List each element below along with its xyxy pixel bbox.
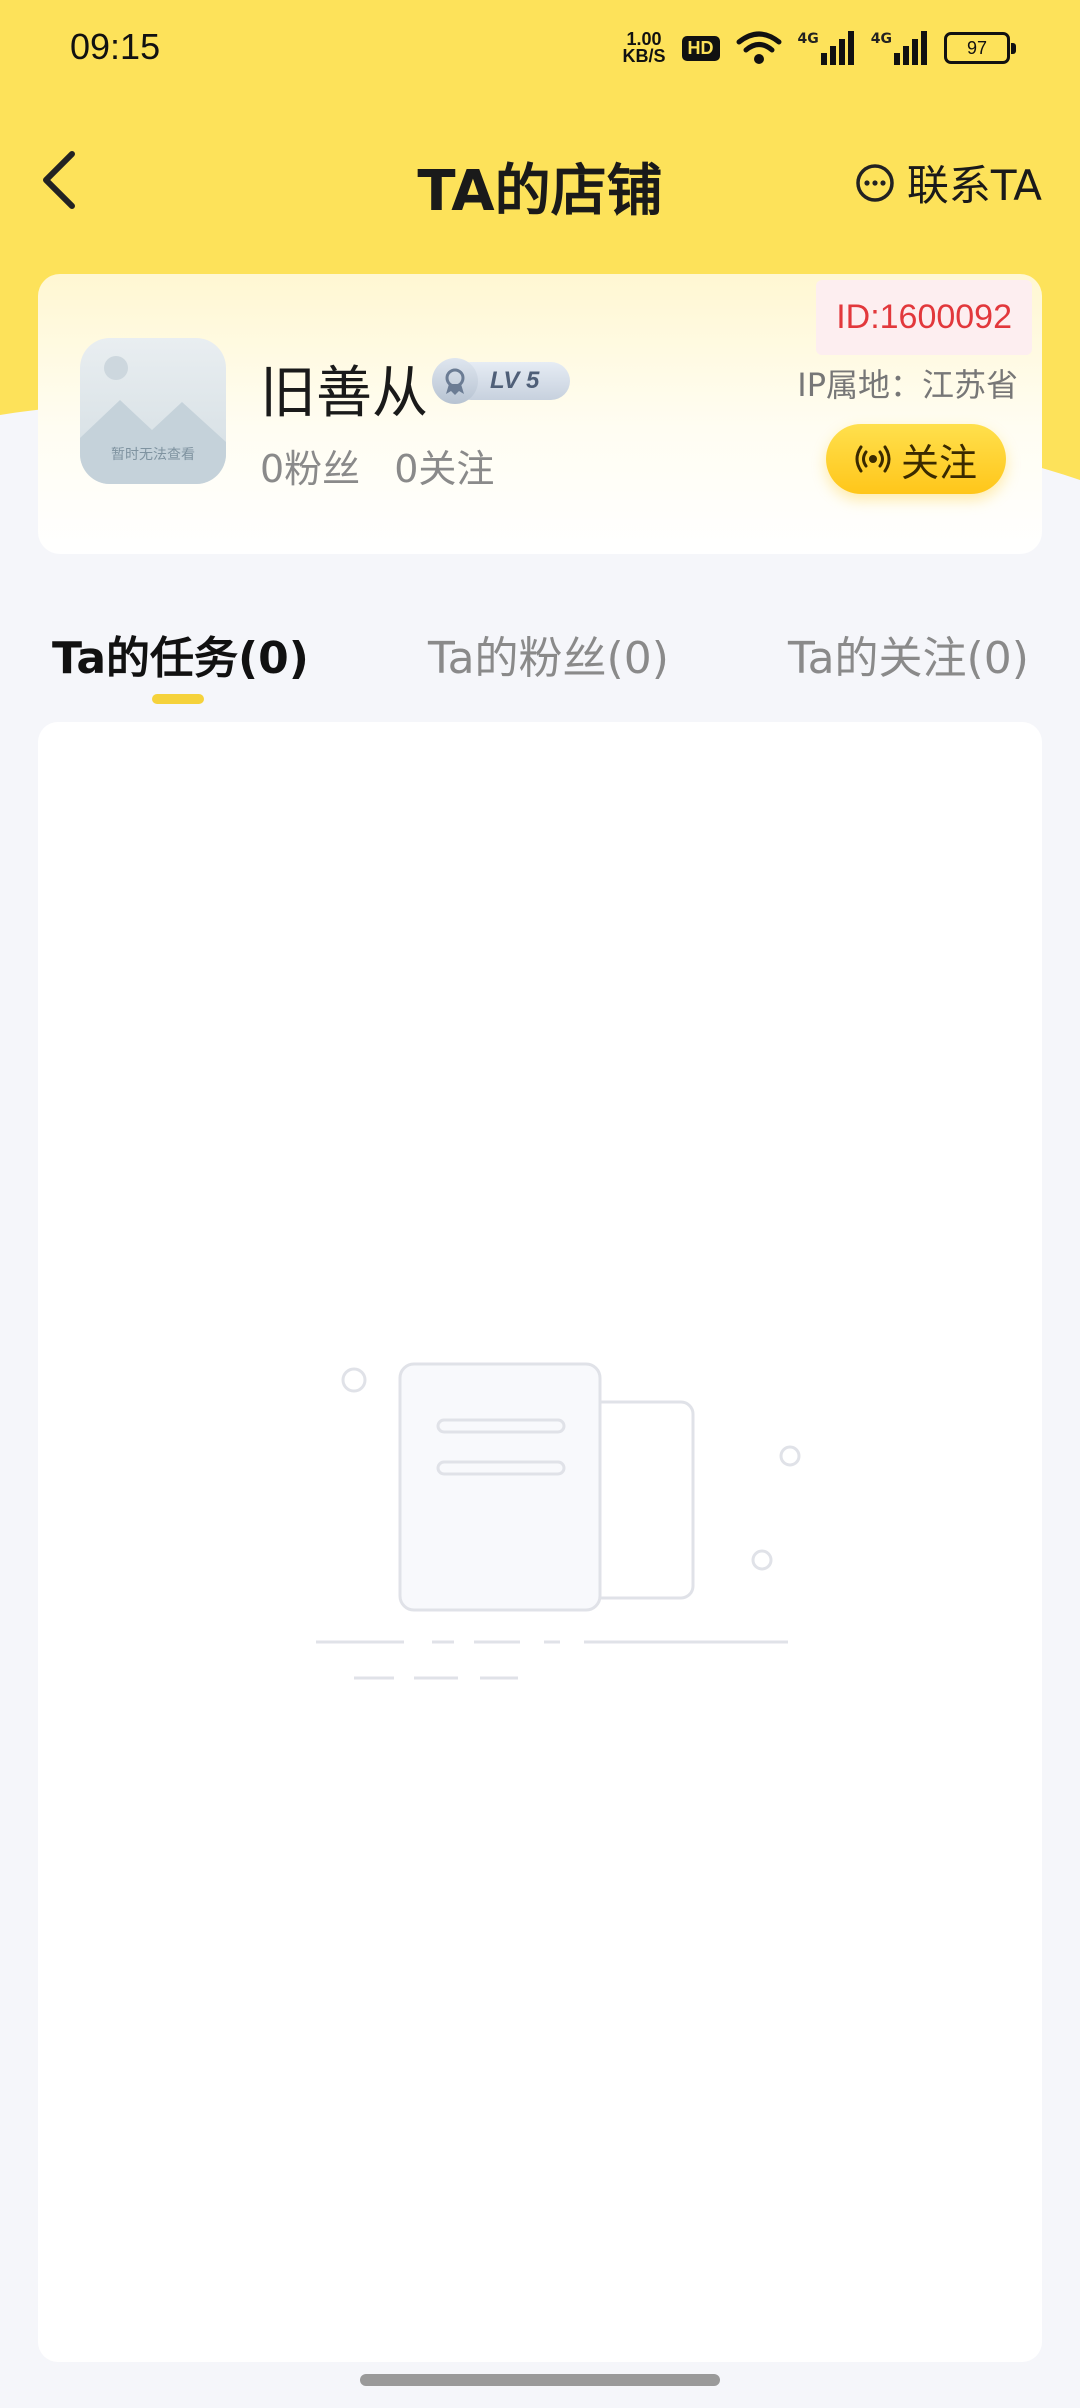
user-id-badge: ID:1600092 xyxy=(816,280,1032,355)
fans-count[interactable]: 0粉丝 xyxy=(260,438,360,493)
contact-button[interactable]: 联系TA xyxy=(855,152,1042,213)
home-indicator[interactable] xyxy=(360,2374,720,2386)
tab-bar: Ta的任务(0) Ta的粉丝(0) Ta的关注(0) xyxy=(0,610,1080,710)
username: 旧善从 xyxy=(260,361,428,426)
follow-button[interactable]: 关注 xyxy=(826,424,1006,494)
network-speed: 1.00 KB/S xyxy=(622,29,666,66)
broadcast-icon xyxy=(855,445,891,473)
ip-location: IP属地：江苏省 xyxy=(797,366,1018,404)
profile-stats: 0粉丝 0关注 xyxy=(260,438,494,493)
contact-label: 联系TA xyxy=(906,161,1042,210)
status-time: 09:15 xyxy=(70,26,161,67)
hd-voice-icon: HD xyxy=(681,35,720,61)
status-bar: 09:15 1.00 KB/S HD 4G 4G 97 xyxy=(0,0,1080,96)
battery-icon: 97 xyxy=(944,32,1016,64)
navigation-bar: TA的店铺 联系TA xyxy=(0,130,1080,230)
content-panel xyxy=(38,722,1042,2362)
tab-following[interactable]: Ta的关注(0) xyxy=(788,622,1029,686)
status-icons: 1.00 KB/S HD 4G 4G 97 xyxy=(622,26,1016,70)
avatar[interactable]: 暂时无法查看 xyxy=(80,338,226,484)
profile-card: ID:1600092 暂时无法查看 旧善从 LV 5 0粉丝 0关注 IP属地：… xyxy=(38,274,1042,554)
level-badge: LV 5 xyxy=(432,358,572,404)
follow-label: 关注 xyxy=(900,440,977,485)
following-count[interactable]: 0关注 xyxy=(394,438,494,493)
signal-icon-2: 4G xyxy=(871,31,928,65)
avatar-placeholder-text: 暂时无法查看 xyxy=(111,447,195,463)
empty-state-icon xyxy=(316,1362,801,1680)
signal-icon: 4G xyxy=(798,31,855,65)
level-label: LV 5 xyxy=(490,367,540,394)
chat-bubble-icon xyxy=(856,163,894,202)
active-tab-indicator xyxy=(152,694,204,704)
tab-fans[interactable]: Ta的粉丝(0) xyxy=(428,622,669,686)
medal-icon xyxy=(432,358,478,404)
tab-tasks[interactable]: Ta的任务(0) xyxy=(52,622,309,686)
wifi-icon xyxy=(736,31,782,64)
